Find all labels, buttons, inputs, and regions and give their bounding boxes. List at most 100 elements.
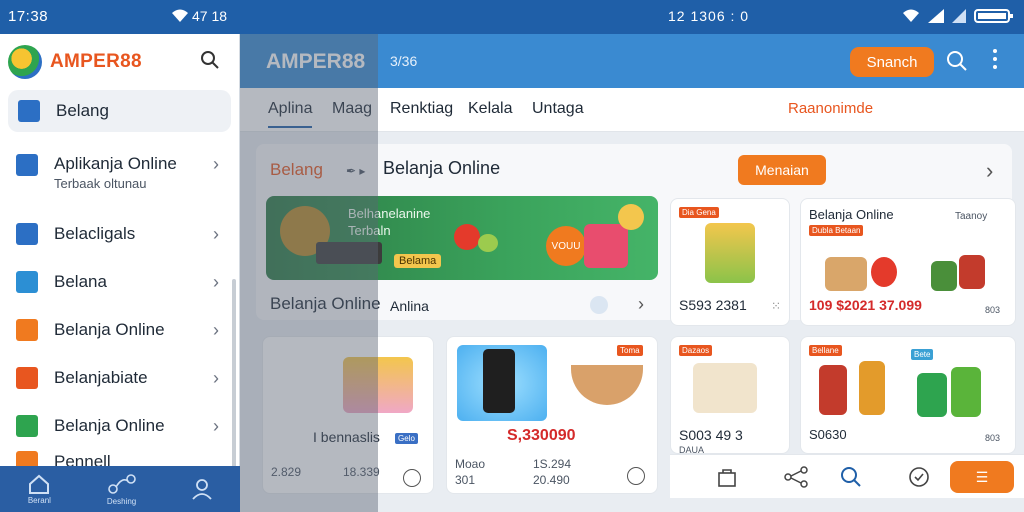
product-extra: Taanoy: [955, 211, 988, 222]
status-time: 17:38: [8, 8, 49, 25]
sidebar-scrollbar[interactable]: [232, 279, 236, 469]
product-small: 803: [985, 305, 1001, 315]
product-badge: Bellane: [809, 345, 842, 356]
product-card[interactable]: Bellane Bete S0630 803: [800, 336, 1016, 454]
search-icon[interactable]: [200, 50, 220, 75]
chevron-right-icon[interactable]: ›: [986, 158, 993, 184]
sidebar-item-belacligals[interactable]: Belacligals ›: [0, 210, 239, 258]
sidebar: AMPER88 Belang Aplikanja Online Terbaak …: [0, 34, 240, 512]
promo-banner[interactable]: Belhanelanine Terbaln Belama VOUU: [266, 196, 658, 280]
product-title: Belanja Online: [809, 207, 894, 222]
sidebar-item-belanja-online-1[interactable]: Belanja Online ›: [0, 306, 239, 354]
laptop-image: [316, 242, 382, 264]
phone-device: [483, 349, 515, 413]
tab-untaga[interactable]: Untaga: [532, 100, 584, 118]
product-card[interactable]: Dia Gena S593 2381 ⁙: [670, 198, 790, 326]
sidebar-item-aplikanja[interactable]: Aplikanja Online Terbaak oltunau ›: [0, 140, 239, 210]
product-card[interactable]: Dazaos S003 49 3 DAUA: [670, 336, 790, 454]
tab-maag[interactable]: Maag: [332, 100, 372, 118]
product-badge: Gelo: [395, 433, 418, 444]
arrow-right-icon[interactable]: ›: [638, 294, 644, 315]
product-card[interactable]: Belanja Online Dubla Betaan Taanoy 109 $…: [800, 198, 1016, 326]
tab-aplina[interactable]: Aplina: [268, 100, 313, 128]
apple-image: [454, 224, 480, 250]
product-title: Relbelang Onlnat Bermaan: [275, 353, 325, 389]
more-vert-icon[interactable]: [992, 48, 998, 70]
menu-icon: ☰: [975, 468, 989, 485]
tab-kelala[interactable]: Kelala: [468, 100, 512, 118]
product-price: S593 2381: [679, 297, 747, 313]
nav-home[interactable]: Beranl: [28, 474, 51, 505]
brand-logo: [8, 45, 42, 79]
sidebar-item-label: Belacligals: [54, 224, 136, 243]
sidebar-item-sublabel: Terbaak oltunau: [54, 176, 147, 191]
chevron-right-icon: ›: [213, 224, 219, 244]
bag-icon[interactable]: [716, 466, 738, 493]
sidebar-item-belanjabiate[interactable]: Belanjabiate ›: [0, 354, 239, 402]
search-icon[interactable]: [946, 50, 968, 77]
sidebar-item-label: Aplikanja Online: [54, 154, 177, 173]
sidebar-item-label: Belana: [54, 272, 107, 291]
product-extra: 301: [455, 473, 476, 487]
floating-action-bar: ☰: [670, 454, 1024, 498]
info-icon[interactable]: [403, 469, 421, 487]
banner-line2: Terbaln: [348, 223, 391, 238]
grid-dots-icon[interactable]: ⁙: [771, 299, 781, 313]
chat-icon[interactable]: [627, 467, 645, 485]
sun-image: [618, 204, 644, 230]
product-extra: DAUA: [679, 445, 705, 454]
battery-icon: [974, 8, 1014, 29]
product-price: S003 49 3: [679, 427, 743, 443]
product-image: [343, 357, 413, 413]
menu-button[interactable]: ☰: [950, 461, 1014, 493]
product-badge: Toma: [617, 345, 643, 356]
left-section-extra: ✒ ▸: [346, 164, 366, 178]
grid-icon: [16, 154, 38, 176]
sidebar-item-belanja-online-2[interactable]: Belanja Online ›: [0, 402, 239, 450]
tab-renktiag[interactable]: Renktiag: [390, 100, 453, 118]
list-icon: [16, 367, 38, 389]
signal-icon: [928, 9, 944, 28]
product-price: I bennaslis: [313, 429, 380, 445]
product-small: 803: [985, 433, 1001, 443]
product-badge: Bete: [911, 349, 934, 360]
check-circle-icon[interactable]: [908, 466, 930, 493]
share-icon[interactable]: [784, 466, 808, 493]
banner-line1: Belhanelanine: [348, 206, 431, 221]
store-icon: [18, 100, 40, 122]
nav-route-label: Deshing: [106, 496, 137, 506]
fruit-bowl-image: [571, 365, 643, 405]
pager-dot[interactable]: [590, 296, 608, 314]
nav-home-label: Beranl: [27, 495, 51, 505]
main-content: Belang ✒ ▸ Belanja Online Menaian › Belh…: [240, 132, 1024, 512]
banner-tag: Belama: [394, 254, 442, 268]
app-header: AMPER88 3/36 Snanch: [240, 34, 1024, 88]
chevron-right-icon: ›: [213, 320, 219, 340]
product-card[interactable]: Toma S,330090 Moao 1S.294 301 20.490: [446, 336, 658, 494]
product-extra: 20.490: [533, 473, 570, 487]
tab-raanonimde[interactable]: Raanonimde: [788, 100, 873, 117]
product-image: [859, 361, 885, 415]
product-card[interactable]: Relbelang Onlnat Bermaan I bennaslis Gel…: [262, 336, 434, 494]
section-title: Belanja Online: [383, 158, 501, 178]
product-image: [871, 257, 897, 287]
status-bar: 17:38 47 18 12 1306 : 0: [0, 0, 1024, 34]
nav-profile[interactable]: [192, 478, 212, 500]
product-extra: 18.339: [343, 465, 380, 479]
product-extra: 1S.294: [533, 457, 572, 471]
signal-icon-2: [952, 9, 966, 28]
brand-name: AMPER88: [50, 51, 142, 72]
product-extra: Moao: [455, 457, 486, 471]
search-icon[interactable]: [840, 466, 862, 493]
section-cta-button[interactable]: Menaian: [738, 155, 826, 185]
sidebar-item-belang[interactable]: Belang: [8, 90, 231, 132]
header-action-button[interactable]: Snanch: [850, 47, 934, 77]
app-title: AMPER88: [266, 50, 366, 73]
product-image: [693, 363, 757, 413]
sidebar-item-belana[interactable]: Belana ›: [0, 258, 239, 306]
nav-route[interactable]: Deshing: [107, 473, 137, 506]
product-extra: 2.829: [271, 465, 302, 479]
wifi-icon: [172, 9, 188, 28]
sidebar-item-label: Belanja Online: [54, 320, 165, 339]
table-icon: [16, 223, 38, 245]
